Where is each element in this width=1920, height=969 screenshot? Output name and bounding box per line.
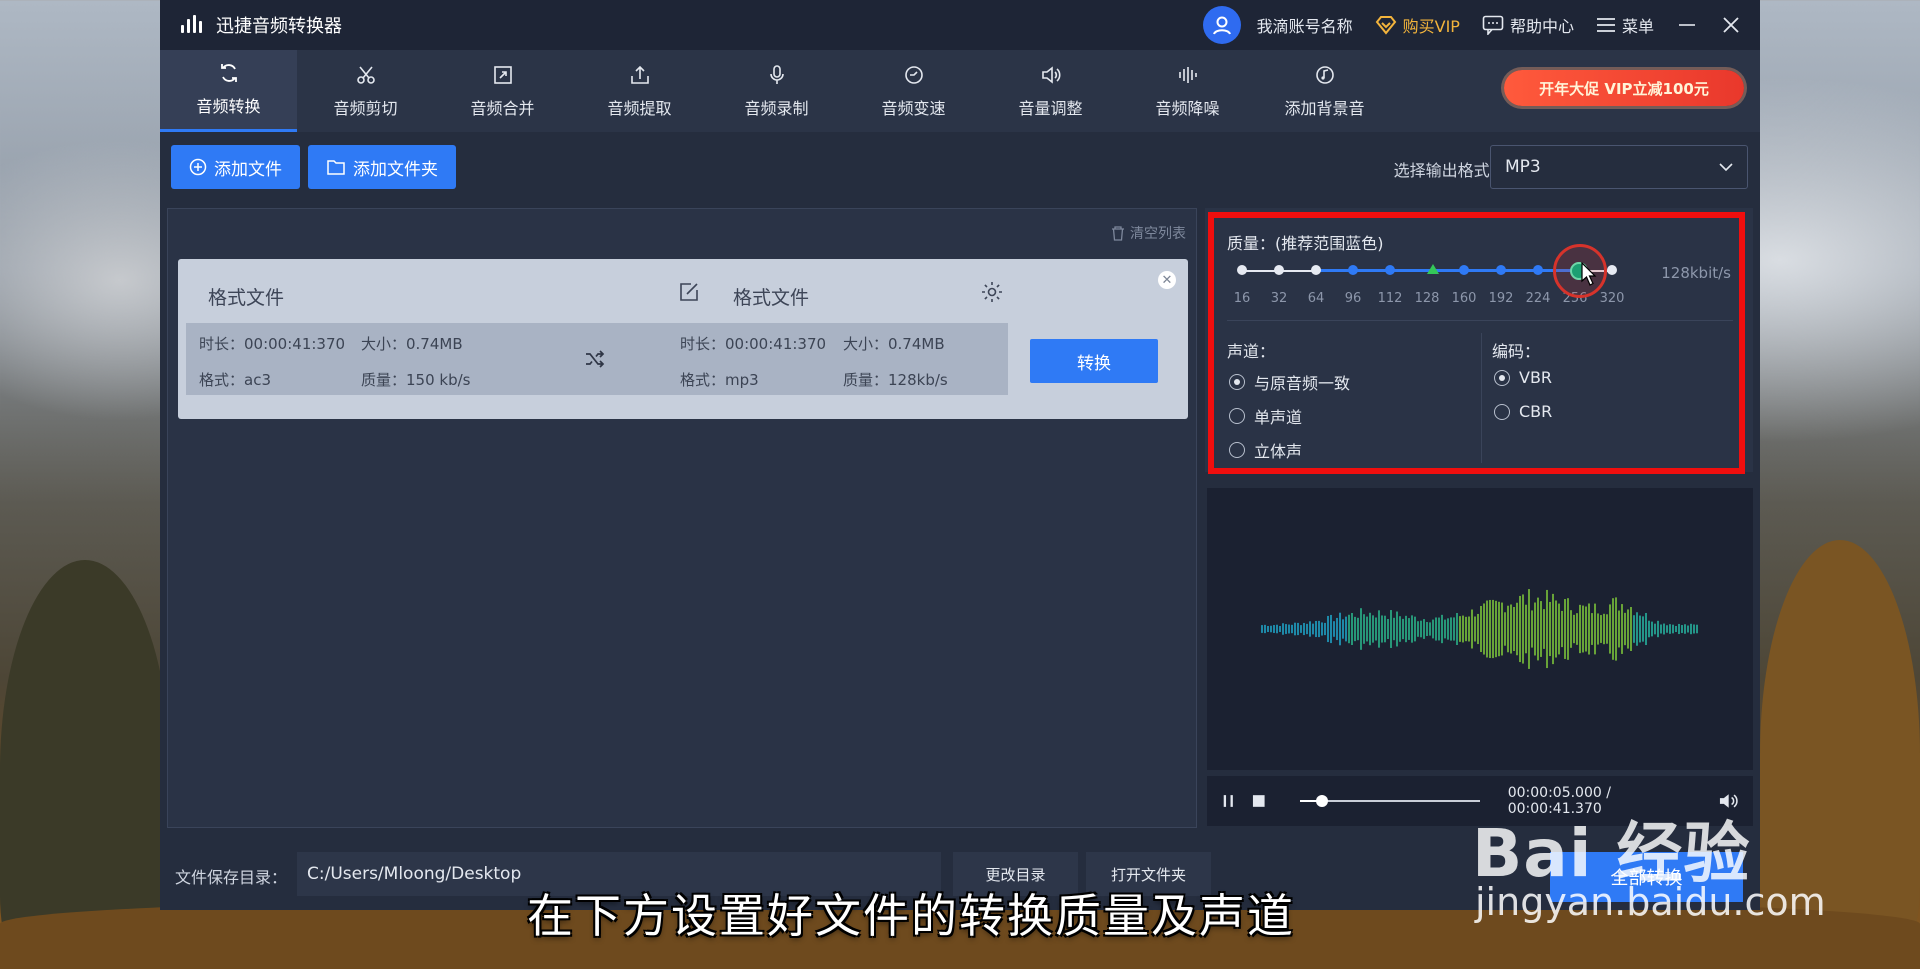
playback-progress[interactable] — [1300, 795, 1480, 807]
tab-audio-cut[interactable]: 音频剪切 — [297, 50, 434, 132]
tab-audio-denoise[interactable]: 音频降噪 — [1119, 50, 1256, 132]
tab-audio-convert[interactable]: 音频转换 — [160, 50, 297, 132]
format-label: 选择输出格式: — [1393, 161, 1495, 180]
tab-label: 音量调整 — [1018, 98, 1083, 118]
tab-label: 音频录制 — [744, 98, 809, 118]
tab-label: 添加背景音 — [1284, 98, 1365, 118]
video-subtitle: 在下方设置好文件的转换质量及声道 — [527, 889, 1295, 943]
volume-icon — [1041, 65, 1061, 84]
denoise-icon — [1178, 66, 1197, 83]
waveform — [1261, 589, 1698, 669]
buy-vip-button[interactable]: 购买VIP — [1375, 13, 1460, 37]
tab-audio-merge[interactable]: 音频合并 — [434, 50, 571, 132]
convert-icon — [220, 64, 237, 82]
file-info-row: 时长：00:00:41:370 大小：0.74MB 格式：ac3 质量：150 … — [186, 323, 1008, 395]
target-title: 格式文件 — [733, 287, 810, 309]
output-format-select[interactable]: MP3 — [1490, 145, 1748, 189]
format-value: MP3 — [1505, 157, 1541, 177]
tab-audio-speed[interactable]: 音频变速 — [845, 50, 982, 132]
stop-icon[interactable] — [1251, 793, 1267, 809]
file-card: ✕ 格式文件 格式文件 时长：00:00:41:370 大小：0.74MB 格式… — [178, 259, 1188, 419]
tab-label: 音频合并 — [470, 98, 535, 118]
waveform-preview — [1207, 488, 1753, 770]
menu-label: 菜单 — [1621, 17, 1654, 36]
clear-list-label: 清空列表 — [1130, 226, 1186, 242]
tab-audio-extract[interactable]: 音频提取 — [571, 50, 708, 132]
menu-button[interactable]: 菜单 — [1596, 13, 1654, 37]
merge-icon — [493, 65, 512, 84]
scissors-icon — [356, 65, 375, 84]
add-folder-label: 添加文件夹 — [353, 159, 438, 180]
tab-label: 音频转换 — [196, 97, 261, 116]
edit-icon[interactable] — [678, 281, 700, 303]
vip-diamond-icon — [1375, 16, 1396, 35]
gear-icon[interactable] — [980, 280, 1004, 304]
save-dir-label: 文件保存目录： — [175, 868, 288, 887]
folder-icon — [327, 160, 345, 175]
convert-button[interactable]: 转换 — [1030, 339, 1158, 383]
microphone-icon — [769, 64, 784, 84]
tool-tabs: 音频转换 音频剪切 音频合并 音频提取 音频录制 音频变速 音量调整 音频降噪 — [160, 50, 1760, 132]
pause-icon[interactable] — [1221, 793, 1237, 809]
account-button[interactable]: 我滴账号名称 — [1202, 6, 1353, 44]
source-format: 格式：ac3 — [199, 371, 271, 389]
chevron-down-icon — [1719, 163, 1733, 172]
tab-label: 音频剪切 — [333, 98, 398, 118]
tab-audio-record[interactable]: 音频录制 — [708, 50, 845, 132]
tab-label: 音频变速 — [881, 98, 946, 118]
tab-volume-adjust[interactable]: 音量调整 — [982, 50, 1119, 132]
target-size: 大小：0.74MB — [843, 335, 945, 353]
action-bar: 添加文件 添加文件夹 选择输出格式: MP3 — [160, 132, 1760, 202]
target-format: 格式：mp3 — [680, 371, 759, 389]
shuffle-icon — [586, 350, 605, 368]
help-center-button[interactable]: 帮助中心 — [1482, 13, 1574, 37]
app-window: 迅捷音频转换器 我滴账号名称 购买VIP 帮助中心 菜单 音频转换 音频剪切 音… — [160, 0, 1760, 910]
clear-list-button[interactable]: 清空列表 — [1111, 223, 1186, 243]
hamburger-icon — [1596, 18, 1615, 32]
speed-icon — [904, 65, 923, 84]
add-file-label: 添加文件 — [214, 159, 282, 180]
help-center-label: 帮助中心 — [1509, 17, 1574, 36]
file-list-panel: 清空列表 ✕ 格式文件 格式文件 时长：00:00:41:370 大小：0.74… — [167, 208, 1197, 828]
account-name: 我滴账号名称 — [1256, 17, 1353, 36]
title-bar: 迅捷音频转换器 我滴账号名称 购买VIP 帮助中心 菜单 — [160, 0, 1760, 50]
highlight-box — [1208, 212, 1745, 474]
playback-knob[interactable] — [1316, 795, 1329, 807]
music-icon — [1315, 65, 1334, 84]
app-title: 迅捷音频转换器 — [216, 16, 342, 37]
extract-icon — [630, 65, 649, 84]
source-size: 大小：0.74MB — [361, 335, 463, 353]
source-duration: 时长：00:00:41:370 — [199, 335, 346, 353]
tab-add-background[interactable]: 添加背景音 — [1256, 50, 1393, 132]
baidu-watermark-url: jingyan.baidu.com — [1475, 880, 1826, 924]
plus-circle-icon — [189, 158, 207, 176]
promo-banner[interactable]: 开年大促 VIP立减100元 — [1504, 70, 1744, 106]
chat-bubble-icon — [1482, 15, 1504, 35]
app-logo-icon — [176, 10, 206, 40]
tab-label: 音频降噪 — [1155, 98, 1220, 118]
tab-label: 音频提取 — [607, 98, 672, 118]
source-quality: 质量：150 kb/s — [361, 371, 471, 389]
buy-vip-label: 购买VIP — [1402, 17, 1460, 36]
target-quality: 质量：128kb/s — [843, 371, 948, 389]
add-file-button[interactable]: 添加文件 — [171, 145, 300, 189]
trash-icon — [1112, 225, 1124, 241]
target-duration: 时长：00:00:41:370 — [680, 335, 827, 353]
remove-file-icon[interactable]: ✕ — [1158, 271, 1176, 289]
avatar-icon — [1202, 6, 1241, 44]
minimize-icon[interactable] — [1676, 14, 1698, 36]
add-folder-button[interactable]: 添加文件夹 — [308, 145, 456, 189]
close-icon[interactable] — [1720, 14, 1742, 36]
source-title: 格式文件 — [208, 287, 285, 309]
